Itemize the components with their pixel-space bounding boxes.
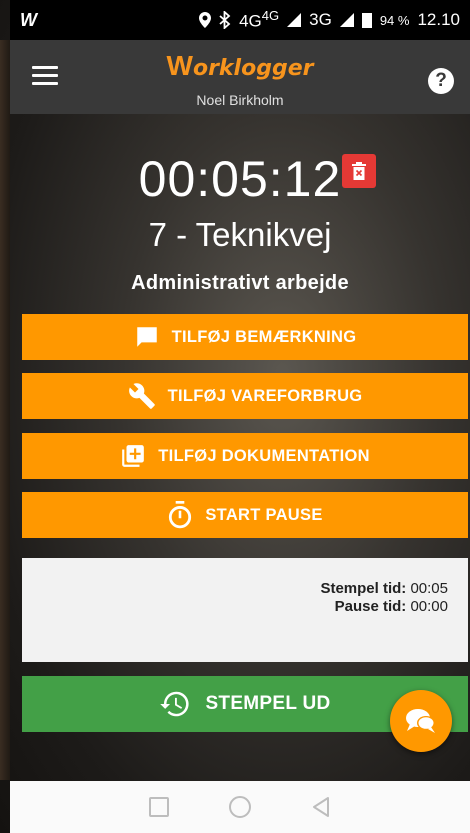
- start-pause-label: START PAUSE: [205, 505, 323, 524]
- time-summary-box: Stempel tid: 00:05 Pause tid: 00:00: [22, 558, 468, 662]
- chat-icon: [406, 709, 435, 733]
- logo-text: orklogger: [192, 56, 314, 81]
- add-material-label: TILFØJ VAREFORBRUG: [167, 386, 363, 405]
- comment-icon: [136, 327, 157, 347]
- battery-percent: 94 %: [379, 12, 410, 28]
- network-type-2: 3G: [309, 10, 332, 29]
- status-bar: W 4G4G 3G 94 % 12.10: [10, 0, 470, 40]
- elapsed-timer: 00:05:12: [138, 151, 342, 207]
- signal-icon-2: [339, 13, 354, 27]
- status-app-icon: W: [20, 9, 37, 30]
- add-documentation-button[interactable]: TILFØJ DOKUMENTATION: [22, 433, 468, 479]
- stopwatch-icon: [169, 501, 192, 529]
- wrench-icon: [128, 383, 155, 409]
- app-logo: Worklogger: [10, 50, 470, 82]
- pause-time-row: Pause tid: 00:00: [22, 598, 448, 616]
- chat-button[interactable]: [390, 690, 452, 752]
- start-pause-button[interactable]: START PAUSE: [22, 492, 468, 538]
- user-name: Noel Birkholm: [196, 92, 284, 108]
- recents-icon[interactable]: [149, 797, 169, 817]
- app-header: Worklogger Noel Birkholm ?: [10, 40, 470, 114]
- pause-time-label: Pause tid:: [334, 598, 407, 615]
- location-icon: [199, 12, 212, 28]
- signal-icon: [287, 13, 302, 27]
- left-edge: [0, 40, 10, 780]
- add-documentation-label: TILFØJ DOKUMENTATION: [158, 446, 370, 465]
- task-name: Administrativt arbejde: [131, 272, 349, 294]
- back-icon[interactable]: [311, 796, 331, 818]
- help-icon[interactable]: ?: [428, 68, 454, 94]
- stamp-time-row: Stempel tid: 00:05: [22, 580, 448, 598]
- history-icon: [160, 691, 190, 717]
- stamp-out-label: STEMPEL UD: [205, 693, 331, 714]
- add-material-button[interactable]: TILFØJ VAREFORBRUG: [22, 373, 468, 419]
- clock: 12.10: [417, 10, 460, 29]
- battery-icon: [361, 13, 372, 28]
- trash-icon: [352, 162, 366, 180]
- timer-row: 00:05:12: [10, 150, 470, 208]
- system-nav-bar: [10, 781, 470, 833]
- add-note-button[interactable]: TILFØJ BEMÆRKNING: [22, 314, 468, 360]
- pause-time-value: 00:00: [410, 598, 448, 615]
- home-icon[interactable]: [229, 796, 251, 818]
- project-name: 7 - Teknikvej: [148, 216, 332, 253]
- stamp-time-value: 00:05: [410, 580, 448, 597]
- add-note-label: TILFØJ BEMÆRKNING: [171, 327, 357, 346]
- stamp-time-label: Stempel tid:: [320, 580, 407, 597]
- add-library-icon: [122, 445, 145, 467]
- delete-timer-button[interactable]: [342, 154, 376, 188]
- network-type: 4G4G: [239, 8, 280, 31]
- logo-letter: W: [166, 50, 193, 81]
- bluetooth-icon: [219, 11, 231, 29]
